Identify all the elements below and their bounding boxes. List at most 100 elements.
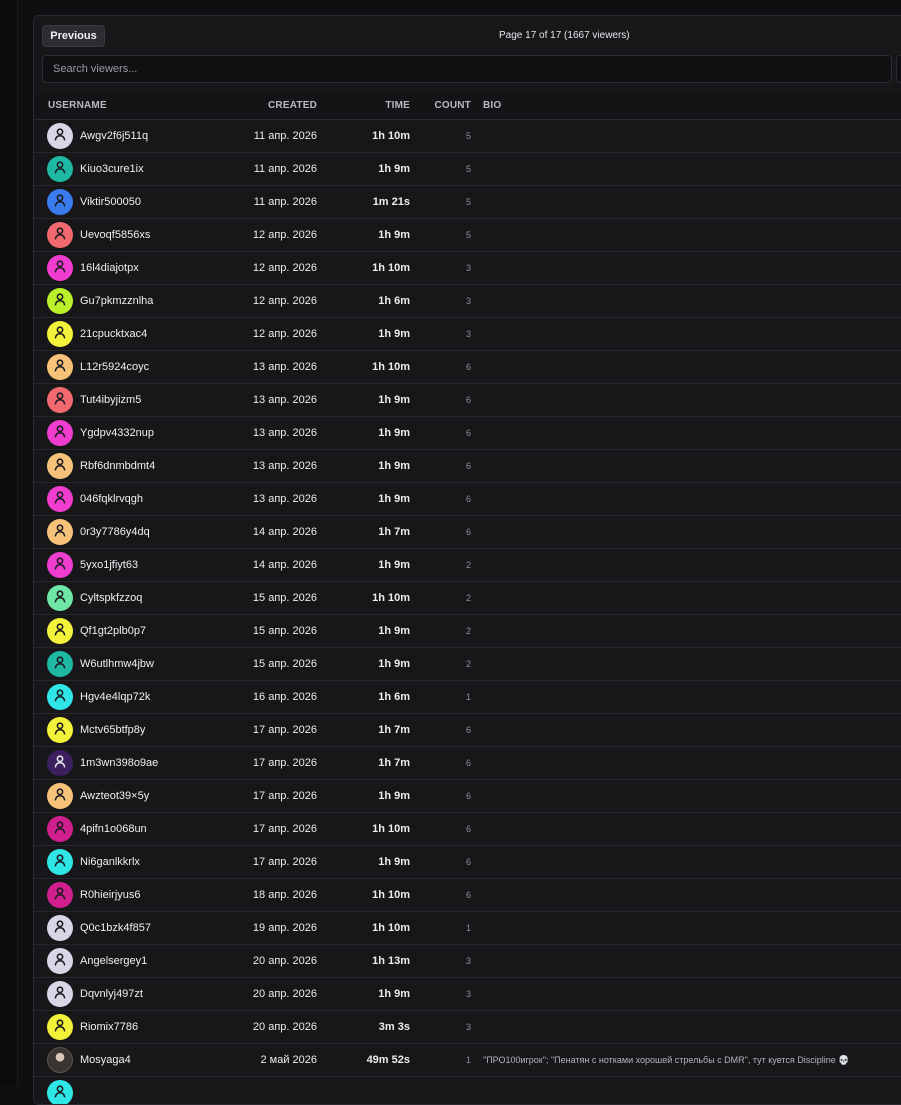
table-row[interactable]: Cyltspkfzzoq 15 апр. 2026 1h 10m 2: [34, 582, 901, 615]
time-cell: 1h 6m: [378, 295, 410, 307]
time-cell: 1h 9m: [378, 790, 410, 802]
created-cell: 13 апр. 2026: [252, 427, 317, 439]
username-cell[interactable]: Dqvnlyj497zt: [80, 988, 143, 1000]
table-row[interactable]: Q0c1bzk4f857 19 апр. 2026 1h 10m 1: [34, 912, 901, 945]
table-row[interactable]: Tut4ibyjizm5 13 апр. 2026 1h 9m 6: [34, 384, 901, 417]
table-row[interactable]: Kiuo3cure1ix 11 апр. 2026 1h 9m 5: [34, 153, 901, 186]
table-row[interactable]: Awgv2f6j511q 11 апр. 2026 1h 10m 5: [34, 120, 901, 153]
table-row[interactable]: Ygdpv4332nup 13 апр. 2026 1h 9m 6: [34, 417, 901, 450]
username-cell[interactable]: Hgv4e4lqp72k: [80, 691, 150, 703]
table-row[interactable]: [34, 1077, 901, 1104]
username-cell[interactable]: Mctv65btfp8y: [80, 724, 145, 736]
user-icon: [53, 952, 67, 971]
table-row[interactable]: Mosyaga4 2 май 2026 49m 52s 1 "ПРО100игрок";…: [34, 1044, 901, 1077]
table-row[interactable]: 16l4diajotpx 12 апр. 2026 1h 10m 3: [34, 252, 901, 285]
username-cell[interactable]: 4pifn1o068un: [80, 823, 147, 835]
avatar: [47, 585, 73, 611]
time-cell: 1h 10m: [372, 592, 410, 604]
table-row[interactable]: 0r3y7786y4dq 14 апр. 2026 1h 7m 6: [34, 516, 901, 549]
search-side-button[interactable]: [896, 55, 901, 83]
username-cell[interactable]: Uevoqf5856xs: [80, 229, 150, 241]
table-row[interactable]: Awzteot39×5y 17 апр. 2026 1h 9m 6: [34, 780, 901, 813]
column-header-time[interactable]: TIME: [334, 100, 410, 111]
avatar: [47, 849, 73, 875]
table-row[interactable]: Dqvnlyj497zt 20 апр. 2026 1h 9m 3: [34, 978, 901, 1011]
created-cell: 13 апр. 2026: [252, 493, 317, 505]
username-cell[interactable]: L12r5924coyc: [80, 361, 149, 373]
time-cell: 1m 21s: [372, 196, 410, 208]
username-cell[interactable]: Tut4ibyjizm5: [80, 394, 141, 406]
user-icon: [53, 127, 67, 146]
username-cell[interactable]: Q0c1bzk4f857: [80, 922, 151, 934]
bio-cell: "ПРО100игрок"; "Пенатян с нотками хороше…: [483, 1055, 850, 1065]
username-cell[interactable]: Awzteot39×5y: [80, 790, 149, 802]
table-row[interactable]: 4pifn1o068un 17 апр. 2026 1h 10m 6: [34, 813, 901, 846]
count-cell: 1: [465, 692, 471, 702]
count-cell: 2: [465, 560, 471, 570]
created-cell: 16 апр. 2026: [252, 691, 317, 703]
time-cell: 1h 9m: [378, 163, 410, 175]
username-cell[interactable]: 21cpucktxac4: [80, 328, 147, 340]
count-cell: 6: [465, 395, 471, 405]
username-cell[interactable]: 0r3y7786y4dq: [80, 526, 150, 538]
username-cell[interactable]: Riomix7786: [80, 1021, 138, 1033]
count-cell: 6: [465, 890, 471, 900]
username-cell[interactable]: 5yxo1jfiyt63: [80, 559, 138, 571]
table-row[interactable]: R0hieirjyus6 18 апр. 2026 1h 10m 6: [34, 879, 901, 912]
username-cell[interactable]: Gu7pkmzznlha: [80, 295, 153, 307]
avatar: [47, 717, 73, 743]
username-cell[interactable]: W6utlhmw4jbw: [80, 658, 154, 670]
table-row[interactable]: Rbf6dnmbdmt4 13 апр. 2026 1h 9m 6: [34, 450, 901, 483]
count-cell: 3: [465, 263, 471, 273]
table-row[interactable]: W6utlhmw4jbw 15 апр. 2026 1h 9m 2: [34, 648, 901, 681]
count-cell: 6: [465, 758, 471, 768]
table-row[interactable]: 046fqklrvqgh 13 апр. 2026 1h 9m 6: [34, 483, 901, 516]
username-cell[interactable]: 046fqklrvqgh: [80, 493, 143, 505]
table-row[interactable]: 1m3wn398o9ae 17 апр. 2026 1h 7m 6: [34, 747, 901, 780]
table-row[interactable]: Uevoqf5856xs 12 апр. 2026 1h 9m 5: [34, 219, 901, 252]
username-cell[interactable]: R0hieirjyus6: [80, 889, 141, 901]
table-row[interactable]: L12r5924coyc 13 апр. 2026 1h 10m 6: [34, 351, 901, 384]
column-header-created[interactable]: CREATED: [224, 100, 317, 111]
column-header-username[interactable]: USERNAME: [48, 100, 107, 111]
left-sidebar-rail: [0, 0, 18, 1086]
table-row[interactable]: Viktir500050 11 апр. 2026 1m 21s 5: [34, 186, 901, 219]
table-row[interactable]: Hgv4e4lqp72k 16 апр. 2026 1h 6m 1: [34, 681, 901, 714]
username-cell[interactable]: Qf1gt2plb0p7: [80, 625, 146, 637]
username-cell[interactable]: Angelsergey1: [80, 955, 147, 967]
username-cell[interactable]: Ni6ganlkkrlx: [80, 856, 140, 868]
username-cell[interactable]: 1m3wn398o9ae: [80, 757, 158, 769]
created-cell: 13 апр. 2026: [252, 361, 317, 373]
column-header-count[interactable]: COUNT: [424, 100, 471, 111]
username-cell[interactable]: Awgv2f6j511q: [80, 130, 148, 142]
table-row[interactable]: Gu7pkmzznlha 12 апр. 2026 1h 6m 3: [34, 285, 901, 318]
username-cell[interactable]: Rbf6dnmbdmt4: [80, 460, 155, 472]
created-cell: 20 апр. 2026: [252, 1021, 317, 1033]
time-cell: 1h 13m: [372, 955, 410, 967]
user-icon: [53, 160, 67, 179]
column-header-bio[interactable]: BIO: [483, 100, 501, 111]
avatar: [47, 1014, 73, 1040]
username-cell[interactable]: 16l4diajotpx: [80, 262, 139, 274]
username-cell[interactable]: Mosyaga4: [80, 1054, 131, 1066]
username-cell[interactable]: Viktir500050: [80, 196, 141, 208]
user-icon: [53, 226, 67, 245]
username-cell[interactable]: Ygdpv4332nup: [80, 427, 154, 439]
table-row[interactable]: 21cpucktxac4 12 апр. 2026 1h 9m 3: [34, 318, 901, 351]
table-row[interactable]: Mctv65btfp8y 17 апр. 2026 1h 7m 6: [34, 714, 901, 747]
user-icon: [53, 292, 67, 311]
previous-button[interactable]: Previous: [42, 25, 105, 47]
user-icon: [53, 853, 67, 872]
table-row[interactable]: Angelsergey1 20 апр. 2026 1h 13m 3: [34, 945, 901, 978]
created-cell: 11 апр. 2026: [253, 163, 317, 175]
user-icon: [53, 457, 67, 476]
username-cell[interactable]: Cyltspkfzzoq: [80, 592, 142, 604]
table-row[interactable]: 5yxo1jfiyt63 14 апр. 2026 1h 9m 2: [34, 549, 901, 582]
table-row[interactable]: Riomix7786 20 апр. 2026 3m 3s 3: [34, 1011, 901, 1044]
username-cell[interactable]: Kiuo3cure1ix: [80, 163, 144, 175]
table-row[interactable]: Qf1gt2plb0p7 15 апр. 2026 1h 9m 2: [34, 615, 901, 648]
created-cell: 17 апр. 2026: [252, 757, 317, 769]
search-input[interactable]: [42, 55, 892, 83]
table-row[interactable]: Ni6ganlkkrlx 17 апр. 2026 1h 9m 6: [34, 846, 901, 879]
time-cell: 1h 10m: [372, 889, 410, 901]
